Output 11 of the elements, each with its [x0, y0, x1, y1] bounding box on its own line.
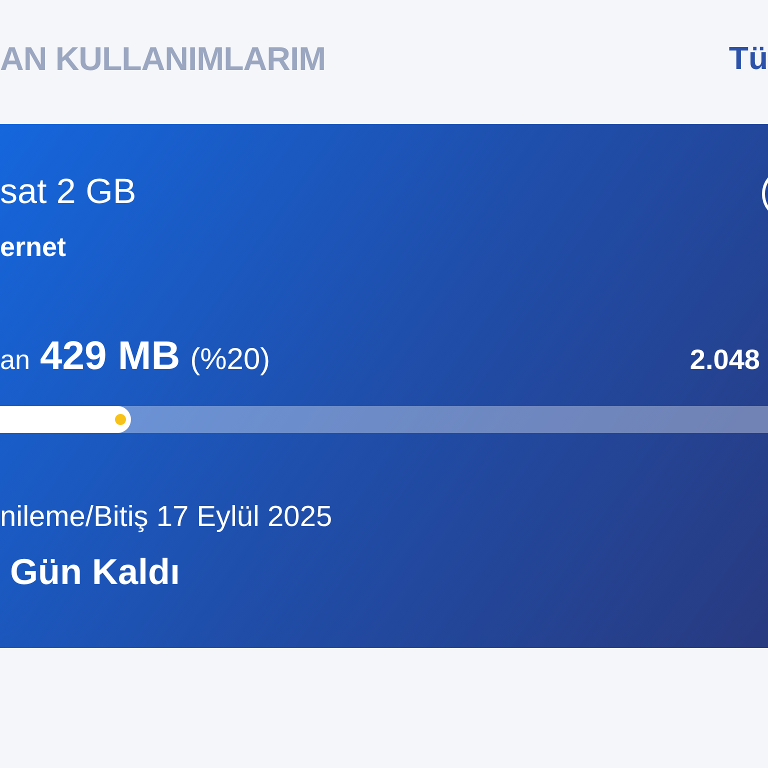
used-amount: 429 MB: [40, 333, 180, 380]
usage-label: an: [0, 344, 30, 377]
plan-name: sat 2 GB: [0, 171, 136, 213]
view-all-link[interactable]: Tü: [728, 42, 768, 74]
plan-category: ernet: [0, 231, 68, 264]
days-left: Gün Kaldı: [10, 550, 181, 594]
dot-icon: [114, 414, 126, 425]
renewal-date: nileme/Bitiş 17 Eylül 2025: [0, 500, 334, 535]
used-percent: (%20): [190, 342, 270, 378]
total-amount: 2.048: [690, 343, 760, 377]
section-title: AN KULLANIMLARIM: [0, 42, 326, 74]
